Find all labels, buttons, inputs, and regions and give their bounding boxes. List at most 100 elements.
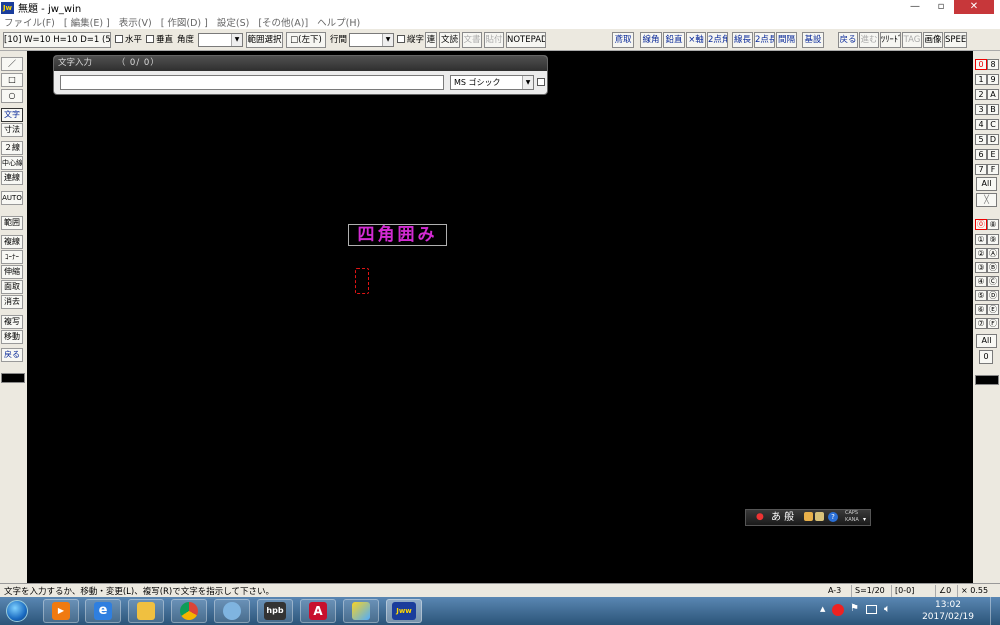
undo-button[interactable]: 戻る (838, 32, 858, 48)
taskbar-chrome[interactable] (171, 599, 207, 623)
drawing-canvas[interactable] (27, 51, 973, 583)
layer-all-button[interactable]: All (976, 334, 997, 348)
minimize-button[interactable]: — (902, 0, 928, 14)
layer-group-0[interactable]: 0 (975, 59, 987, 70)
layer-group-all-button[interactable]: All (976, 177, 997, 191)
text-tool[interactable]: 文字 (1, 108, 23, 122)
tool-snap-button[interactable]: 鳶取 (612, 32, 634, 48)
taskbar-mail[interactable] (214, 599, 250, 623)
ime-language-bar[interactable]: ● あ 般 ? CAPS KANA ▾ (745, 509, 871, 526)
volume-icon[interactable]: 🔈︎ (884, 602, 891, 616)
taskbar-hpb[interactable]: hpb (257, 599, 293, 623)
layer-5[interactable]: ⑤ (975, 290, 987, 301)
clock-time[interactable]: 13:02 (918, 600, 978, 610)
taskbar-ie[interactable]: e (85, 599, 121, 623)
layer-group-a[interactable]: A (987, 89, 999, 100)
taskbar-jwcad[interactable]: Jww (386, 599, 422, 623)
tool-vertical-button[interactable]: 鉛直 (663, 32, 685, 48)
menu-help[interactable]: ヘルプ(H) (317, 15, 360, 29)
tool-line-length-button[interactable]: 線長 (732, 32, 753, 48)
speed-button[interactable]: SPEED (944, 32, 967, 48)
center-line-tool[interactable]: 中心線 (1, 156, 23, 170)
undo-tool[interactable]: 戻る (1, 348, 23, 362)
layer-group-8[interactable]: 8 (987, 59, 999, 70)
layer-f[interactable]: Ⓕ (987, 318, 999, 329)
text-input[interactable] (60, 75, 444, 90)
rect-tool[interactable]: □ (1, 73, 23, 87)
layer-group-b[interactable]: B (987, 104, 999, 115)
current-layer[interactable]: [0-0] (891, 585, 914, 597)
vertical-checkbox[interactable]: 垂直 (146, 32, 173, 48)
chevron-down-icon[interactable]: ▾ (863, 512, 866, 527)
acrobat-icon[interactable] (832, 604, 844, 616)
layer-group-1[interactable]: 1 (975, 74, 987, 85)
dimension-tool[interactable]: 寸法 (1, 123, 23, 137)
taskbar-media-player[interactable]: ▶ (43, 599, 79, 623)
image-button[interactable]: 画像 (923, 32, 943, 48)
layer-0[interactable]: ⓪ (975, 219, 987, 230)
tool-2pt-length-button[interactable]: 2点長 (754, 32, 775, 48)
line-type-indicator-right[interactable] (975, 375, 999, 385)
vertical-text-checkbox[interactable]: 縦字 (397, 32, 424, 48)
layer-9[interactable]: ⑨ (987, 234, 999, 245)
canvas-text-object[interactable]: 四角囲み (348, 224, 447, 246)
paste-button[interactable]: 貼付 (484, 32, 504, 48)
flag-icon[interactable]: ⚑ (850, 603, 859, 614)
menu-draw[interactable]: [ 作図(D) ] (161, 15, 208, 29)
taskbar-explorer[interactable] (128, 599, 164, 623)
ime-pin-icon[interactable]: ● (756, 510, 764, 525)
auto-tool[interactable]: AUTO (1, 191, 23, 205)
solid-button[interactable]: ﾂﾘｰﾄﾞ (880, 32, 901, 48)
corner-tool[interactable]: ｺｰﾅｰ (1, 250, 23, 264)
text-read-button[interactable]: 文読 (439, 32, 460, 48)
tool-x-axis-button[interactable]: ×軸 (686, 32, 706, 48)
layer-group-2[interactable]: 2 (975, 89, 987, 100)
layer-4[interactable]: ④ (975, 276, 987, 287)
tag-button[interactable]: TAG (902, 32, 922, 48)
tool-2pt-angle-button[interactable]: 2点角 (707, 32, 728, 48)
layer-c[interactable]: Ⓒ (987, 276, 999, 287)
menu-settings[interactable]: 設定(S) (217, 15, 249, 29)
show-desktop-button[interactable] (990, 597, 1000, 625)
close-button[interactable]: ✕ (954, 0, 994, 14)
menu-other[interactable]: [その他(A)] (258, 15, 308, 29)
menu-edit[interactable]: [ 編集(E) ] (64, 15, 110, 29)
layer-6[interactable]: ⑥ (975, 304, 987, 315)
layer-group-f[interactable]: F (987, 164, 999, 175)
double-line-tool[interactable]: ２線 (1, 141, 23, 155)
circle-tool[interactable]: ○ (1, 89, 23, 103)
continuous-line-tool[interactable]: 連線 (1, 171, 23, 185)
erase-tool[interactable]: 消去 (1, 295, 23, 309)
layer-group-4[interactable]: 4 (975, 119, 987, 130)
text-panel-header[interactable]: 文字入力 （ 0/ 0） (54, 56, 547, 71)
base-point-button[interactable]: □(左下) (286, 32, 326, 48)
tool-interval-button[interactable]: 間隔 (776, 32, 797, 48)
layer-2[interactable]: ② (975, 248, 987, 259)
tool-line-angle-button[interactable]: 線角 (640, 32, 662, 48)
angle-indicator[interactable]: ∠0 (935, 585, 951, 597)
help-icon[interactable]: ? (828, 512, 838, 522)
range-select-button[interactable]: 範囲選択 (246, 32, 283, 48)
layer-group-c[interactable]: C (987, 119, 999, 130)
move-tool[interactable]: 移動 (1, 330, 23, 344)
font-select[interactable]: MS ゴシック ▼ (450, 75, 534, 90)
font-read-checkbox[interactable]: フォント読取 (537, 76, 595, 89)
ime-tool-icon[interactable] (804, 512, 813, 521)
redo-button[interactable]: 進む (859, 32, 879, 48)
layer-7[interactable]: ⑦ (975, 318, 987, 329)
layer-e[interactable]: Ⓔ (987, 304, 999, 315)
layer-1[interactable]: ① (975, 234, 987, 245)
copy-tool[interactable]: 複写 (1, 315, 23, 329)
layer-b[interactable]: Ⓑ (987, 262, 999, 273)
text-size-button[interactable]: [10] W=10 H=10 D=1 (5) (3, 32, 111, 48)
layer-group-d[interactable]: D (987, 134, 999, 145)
layer-group-6[interactable]: 6 (975, 149, 987, 160)
multi-line-tool[interactable]: 複線 (1, 235, 23, 249)
show-hidden-icons-icon[interactable]: ▲ (820, 605, 825, 613)
taskbar-autocad[interactable]: A (300, 599, 336, 623)
text-write-button[interactable]: 文書 (462, 32, 482, 48)
layer-group-3[interactable]: 3 (975, 104, 987, 115)
maximize-button[interactable]: ▫ (928, 0, 954, 14)
paper-size[interactable]: A-3 (825, 585, 841, 597)
tool-base-button[interactable]: 基設 (802, 32, 824, 48)
